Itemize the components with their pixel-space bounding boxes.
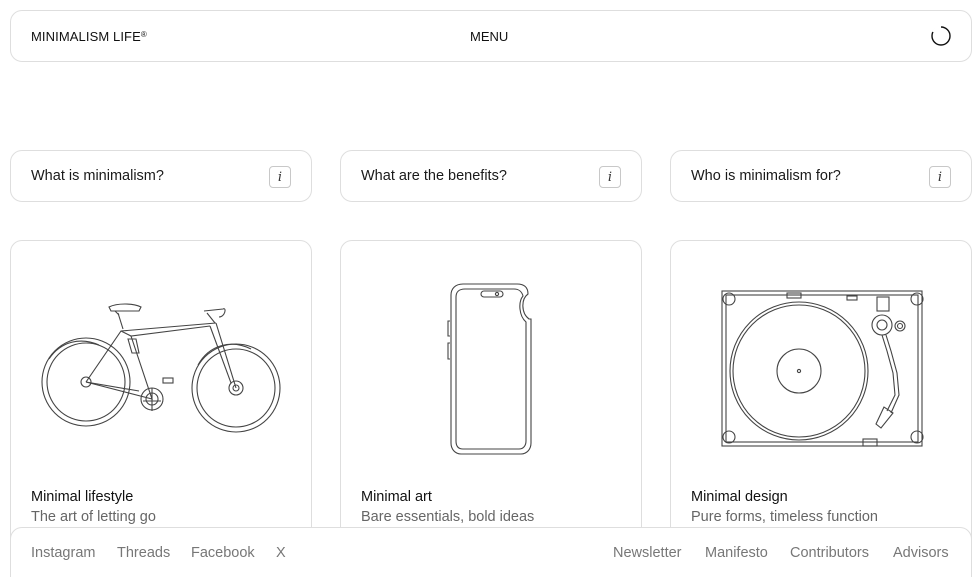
turntable-illustration [721, 290, 924, 447]
footer-link-contributors[interactable]: Contributors [790, 545, 869, 561]
card-subtitle: Bare essentials, bold ideas [361, 509, 535, 525]
card-subtitle: The art of letting go [31, 509, 156, 525]
brand-logo[interactable]: MINIMALISM LIFE® [31, 29, 147, 44]
footer-link-threads[interactable]: Threads [117, 545, 170, 561]
question-label: Who is minimalism for? [691, 168, 841, 184]
card-minimal-lifestyle[interactable]: Minimal lifestyle The art of letting go [10, 240, 312, 570]
footer-link-facebook[interactable]: Facebook [191, 545, 255, 561]
footer-link-newsletter[interactable]: Newsletter [613, 545, 682, 561]
menu-button[interactable]: MENU [470, 29, 508, 44]
card-subtitle: Pure forms, timeless function [691, 509, 878, 525]
registered-mark: ® [140, 30, 147, 39]
footer-link-x[interactable]: X [276, 545, 286, 561]
card-minimal-art[interactable]: Minimal art Bare essentials, bold ideas [340, 240, 642, 570]
question-card-benefits[interactable]: What are the benefits? i [340, 150, 642, 202]
card-title: Minimal design [691, 489, 788, 505]
footer-link-instagram[interactable]: Instagram [31, 545, 95, 561]
info-icon[interactable]: i [929, 166, 951, 188]
loader-ring-icon[interactable] [930, 25, 952, 47]
question-label: What are the benefits? [361, 168, 507, 184]
question-card-who-for[interactable]: Who is minimalism for? i [670, 150, 972, 202]
footer-link-manifesto[interactable]: Manifesto [705, 545, 768, 561]
card-title: Minimal lifestyle [31, 489, 134, 505]
question-card-what-is[interactable]: What is minimalism? i [10, 150, 312, 202]
footer-bar: Instagram Threads Facebook X Newsletter … [10, 527, 972, 577]
info-icon[interactable]: i [599, 166, 621, 188]
top-navigation-bar: MINIMALISM LIFE® MENU [10, 10, 972, 62]
footer-link-advisors[interactable]: Advisors [893, 545, 949, 561]
question-label: What is minimalism? [31, 168, 164, 184]
card-title: Minimal art [361, 489, 432, 505]
brand-name: MINIMALISM LIFE [31, 29, 141, 44]
info-icon[interactable]: i [269, 166, 291, 188]
smartphone-illustration [447, 283, 532, 455]
card-minimal-design[interactable]: Minimal design Pure forms, timeless func… [670, 240, 972, 570]
bicycle-illustration [41, 303, 281, 433]
